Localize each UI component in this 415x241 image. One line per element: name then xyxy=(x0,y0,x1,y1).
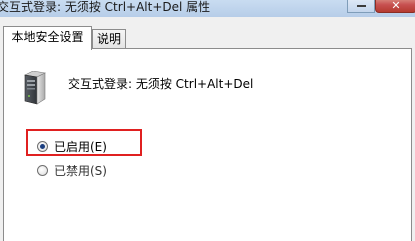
window-body: 本地安全设置 说明 交互式登录: 无须按 Ctrl+Alt+Del 已启用(E)… xyxy=(0,17,415,241)
policy-name: 交互式登录: 无须按 Ctrl+Alt+Del xyxy=(68,77,254,91)
properties-window: 交互式登录: 无须按 Ctrl+Alt+Del 属性 ✕ 本地安全设置 说明 交… xyxy=(0,0,415,241)
window-title: 交互式登录: 无须按 Ctrl+Alt+Del 属性 xyxy=(0,0,211,14)
disabled-label[interactable]: 已禁用(S) xyxy=(54,162,107,179)
server-icon xyxy=(24,71,46,105)
disabled-option[interactable]: 已禁用(S) xyxy=(37,162,107,178)
red-highlight-box xyxy=(26,129,142,156)
close-button[interactable]: ✕ xyxy=(375,0,415,13)
tab-local-security-setting[interactable]: 本地安全设置 xyxy=(3,26,92,50)
disabled-radio[interactable] xyxy=(37,164,48,176)
tab-explain[interactable]: 说明 xyxy=(92,29,126,49)
minimize-button[interactable] xyxy=(347,0,375,13)
title-bar[interactable]: 交互式登录: 无须按 Ctrl+Alt+Del 属性 ✕ xyxy=(0,0,415,17)
